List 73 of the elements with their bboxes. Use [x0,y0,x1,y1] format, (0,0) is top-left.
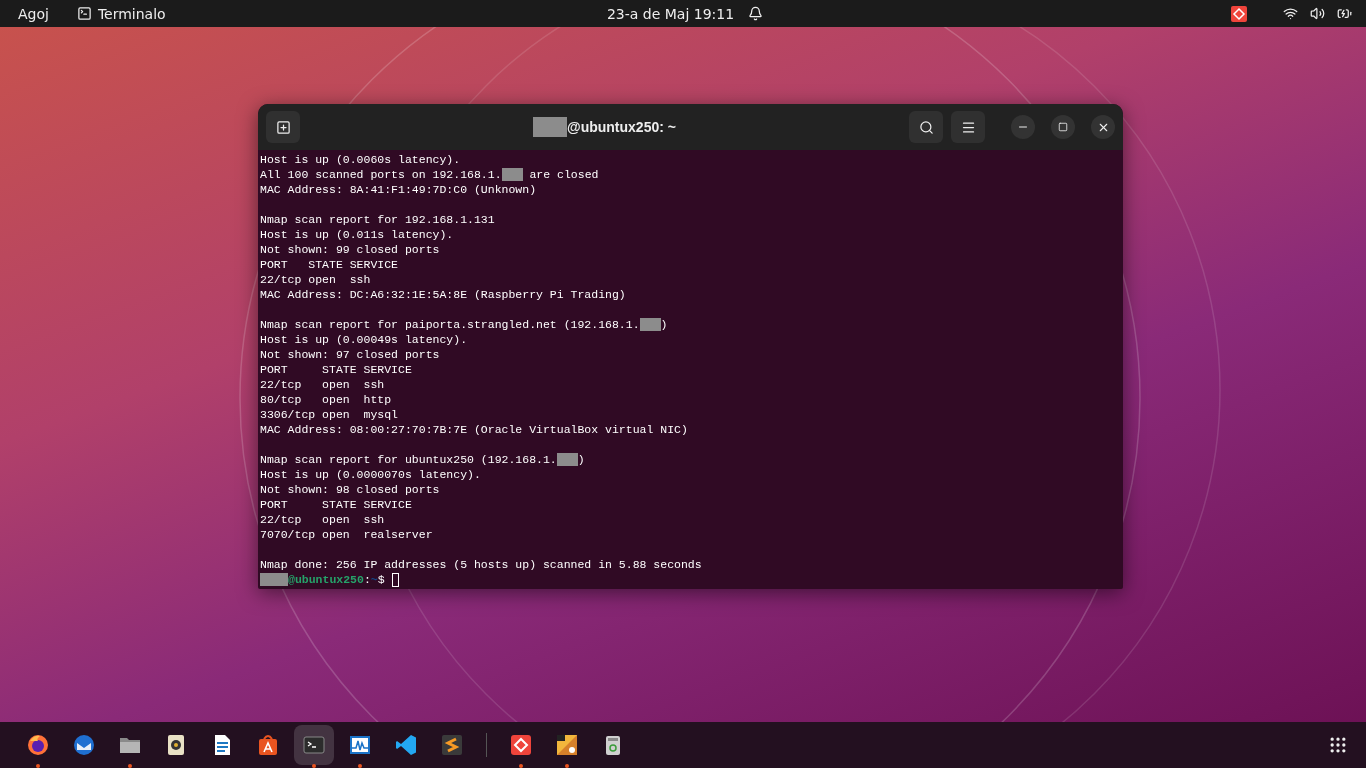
terminal-text: Not shown: 99 closed ports [260,242,440,257]
menu-button[interactable] [951,111,985,143]
menu-icon [960,119,976,135]
maximize-icon [1058,122,1068,132]
running-indicator [128,764,132,768]
text-editor-icon [440,733,464,757]
terminal-text: Host is up (0.011s latency). [260,227,454,242]
terminal-text: Host is up (0.0000070s latency). [260,467,481,482]
terminal-text: Not shown: 98 closed ports [260,482,440,497]
terminal-text: Host is up (0.0060s latency). [260,152,461,167]
terminal-text: PORT STATE SERVICE [260,362,412,377]
terminal-text: 22/tcp open ssh [260,512,385,527]
redaction-block [556,453,578,466]
redaction-block [639,318,661,331]
terminal-text: All 100 scanned ports on 192.168.1. [260,167,502,182]
new-tab-icon [275,119,291,135]
paint-icon [555,733,579,757]
terminal-text: $ [377,572,386,587]
battery-icon[interactable] [1337,6,1352,21]
prompt-host: @ubuntux250 [288,572,364,587]
window-title: @ubuntux250: ~ [567,119,676,135]
remote-desktop-icon [509,733,533,757]
code-editor-icon [394,733,418,757]
close-button[interactable] [1091,115,1115,139]
terminal-text: 3306/tcp open mysql [260,407,399,422]
maximize-button[interactable] [1051,115,1075,139]
new-tab-button[interactable] [266,111,300,143]
chart-monitor-icon [348,733,372,757]
redaction-block [533,117,567,137]
running-indicator [312,764,316,768]
terminal-text: 22/tcp open ssh [260,272,371,287]
search-icon [918,119,934,135]
remote-desktop-icon[interactable] [1231,5,1247,22]
terminal-icon [76,6,92,21]
browser-icon [26,733,50,757]
terminal-icon [302,733,326,757]
terminal-text: ) [577,452,585,467]
terminal-text: 80/tcp open http [260,392,392,407]
terminal-text: Nmap scan report for 192.168.1.131 [260,212,495,227]
terminal-text: Host is up (0.00049s latency). [260,332,468,347]
mail-icon [72,733,96,757]
terminal-text: Nmap scan report for paiporta.strangled.net (192.168.1. [260,317,640,332]
terminal-text: Not shown: 97 closed ports [260,347,440,362]
terminal-text: MAC Address: 08:00:27:70:7B:7E (Oracle VirtualBox virtual NIC) [260,422,688,437]
terminal-text: Nmap scan report for ubuntux250 (192.168.1. [260,452,557,467]
running-indicator [519,764,523,768]
search-button[interactable] [909,111,943,143]
notification-bell-icon[interactable] [748,6,764,21]
activities-button[interactable]: Agoj [18,5,49,22]
terminal-text: Nmap done: 256 IP addresses (5 hosts up) scanned in 5.88 seconds [260,557,702,572]
terminal-text: are closed [528,167,599,182]
running-indicator [358,764,362,768]
terminal-text: : [363,572,371,587]
terminal-text: PORT STATE SERVICE [260,497,412,512]
terminal-text: MAC Address: 8A:41:F1:49:7D:C0 (Unknown) [260,182,537,197]
app-menu[interactable]: Terminalo [97,5,166,22]
minimize-button[interactable] [1011,115,1035,139]
terminal-text: MAC Address: DC:A6:32:1E:5A:8E (Raspberry Pi Trading) [260,287,626,302]
app-grid-icon[interactable] [1328,735,1348,755]
volume-icon[interactable] [1310,6,1325,21]
redaction-block [260,573,288,586]
running-indicator [36,764,40,768]
shopping-bag-icon [256,733,280,757]
text-cursor [391,572,399,587]
redaction-block [501,168,523,181]
wifi-icon[interactable] [1283,6,1298,21]
terminal-text: PORT STATE SERVICE [260,257,399,272]
clock[interactable]: 23-a de Maj 19:11 [606,5,735,22]
prompt-path: ~ [370,572,378,587]
terminal-text: 22/tcp open ssh [260,377,385,392]
terminal-text: ) [660,317,668,332]
running-indicator [565,764,569,768]
terminal-text: 7070/tcp open realserver [260,527,433,542]
